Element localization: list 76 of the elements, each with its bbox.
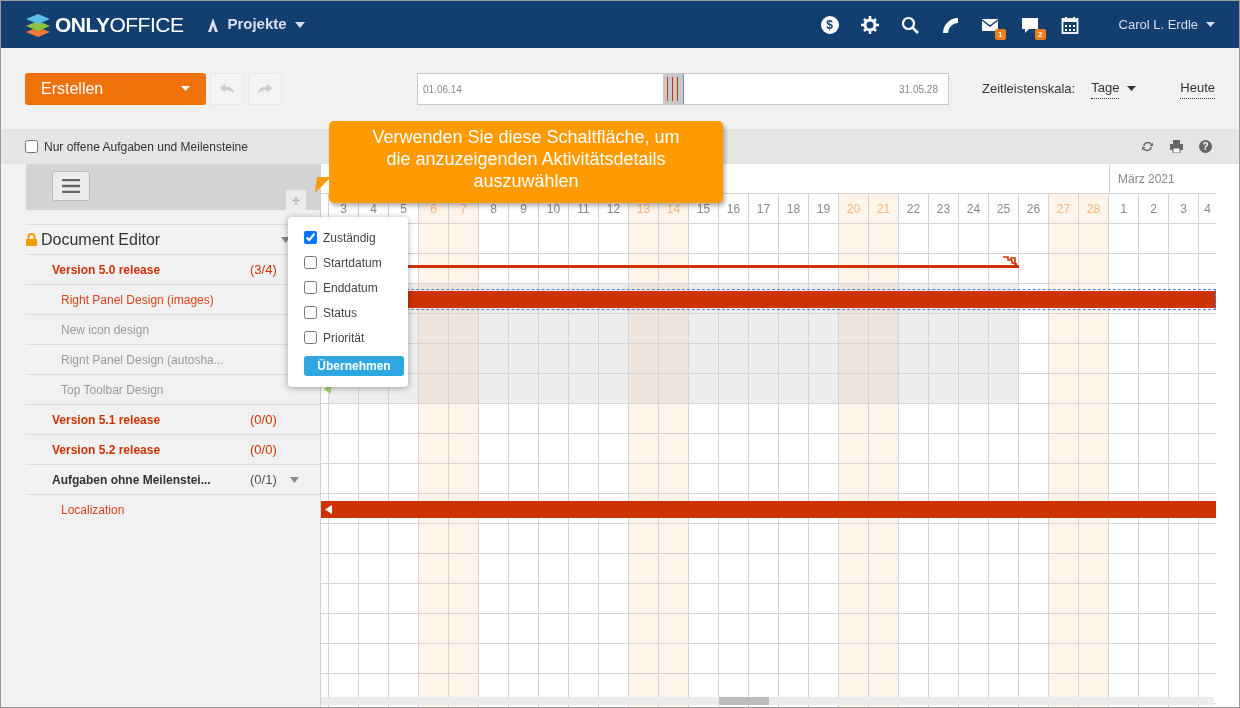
column-checkbox[interactable]	[304, 281, 317, 294]
column-option-label: Status	[323, 304, 358, 322]
day-label: 22	[899, 194, 929, 224]
search-icon[interactable]	[900, 15, 919, 34]
logo-icon	[25, 11, 51, 38]
count-badge: 1	[995, 28, 1006, 40]
day-label: 17	[749, 194, 779, 224]
caret-icon	[181, 86, 190, 91]
project-title[interactable]: Document Editor	[41, 227, 281, 252]
tooltip-pointer-icon	[315, 177, 331, 193]
expand-caret-icon[interactable]	[281, 236, 290, 243]
caret-icon	[1127, 86, 1137, 91]
column-option-label: Enddatum	[323, 279, 378, 297]
caret-icon	[294, 21, 305, 28]
scrollbar-thumb[interactable]	[719, 697, 769, 705]
task-count: (0/0)	[250, 440, 278, 459]
filter-checkbox[interactable]	[25, 140, 38, 153]
milestone-flag-icon	[1003, 256, 1017, 268]
menu-button[interactable]	[52, 171, 90, 201]
task-title[interactable]: Top Toolbar Design	[26, 380, 300, 399]
day-label: 21	[869, 194, 899, 224]
scale-dropdown[interactable]: Tage	[1091, 78, 1120, 99]
print-icon[interactable]	[1170, 140, 1183, 153]
column-checkbox[interactable]	[304, 231, 317, 244]
column-option-label: Priorität	[323, 329, 365, 347]
day-label: 3	[1169, 194, 1199, 224]
day-label: 4	[1199, 194, 1216, 224]
group-title[interactable]: Aufgaben ohne Meilenstei...	[26, 470, 250, 489]
day-label: 23	[929, 194, 959, 224]
timeline-start-date: 01.06.14	[423, 82, 462, 97]
user-menu[interactable]: Carol L. Erdle	[1118, 14, 1198, 35]
day-label: 1	[1109, 194, 1139, 224]
day-label: 18	[779, 194, 809, 224]
column-checkbox[interactable]	[304, 331, 317, 344]
scale-label: Zeitleistenskala:	[982, 79, 1076, 98]
timeline-range-slider[interactable]: 01.06.14 31.05.28	[417, 72, 949, 105]
timeline-handle[interactable]	[663, 73, 684, 104]
task-title[interactable]: Localization	[26, 500, 300, 519]
today-link[interactable]: Heute	[1180, 78, 1215, 99]
apply-button[interactable]: Übernehmen	[304, 356, 404, 376]
day-label: 28	[1079, 194, 1109, 224]
day-label: 25	[989, 194, 1019, 224]
settings-icon[interactable]	[860, 15, 879, 34]
module-menu[interactable]: Projekte	[227, 13, 287, 36]
logo-text: ONLYOFFICE	[55, 11, 184, 38]
filter-label: Nur offene Aufgaben und Meilensteine	[44, 138, 248, 156]
help-icon[interactable]: ?	[1199, 140, 1212, 153]
timeline-end-date: 31.05.28	[899, 82, 938, 97]
task-count: (0/0)	[250, 410, 278, 429]
compass-icon	[207, 16, 220, 33]
task-count: (3/4)	[250, 260, 278, 279]
calendar-icon[interactable]	[1060, 15, 1079, 34]
expand-caret-icon[interactable]	[290, 476, 299, 483]
milestone-title[interactable]: Version 5.2 release	[26, 440, 250, 459]
day-label: 24	[959, 194, 989, 224]
day-label: 20	[839, 194, 869, 224]
column-checkbox[interactable]	[304, 306, 317, 319]
month-label: März 2021	[1109, 164, 1175, 194]
dollar-icon[interactable]: $	[820, 15, 839, 34]
refresh-icon[interactable]	[1141, 140, 1154, 153]
column-checkbox[interactable]	[304, 256, 317, 269]
task-count: (0/1)	[250, 470, 278, 489]
count-badge: 2	[1035, 28, 1046, 40]
arrow-left-icon	[325, 505, 332, 514]
milestone-title[interactable]: Version 5.1 release	[26, 410, 250, 429]
horizontal-scrollbar[interactable]	[321, 697, 1214, 705]
column-option-label: Startdatum	[323, 254, 382, 272]
column-option-label: Zuständig	[323, 229, 376, 247]
feed-icon[interactable]	[940, 15, 959, 34]
milestone-title[interactable]: Version 5.0 release	[26, 260, 250, 279]
day-label: 2	[1139, 194, 1169, 224]
caret-icon	[1206, 22, 1215, 27]
create-button[interactable]: Erstellen	[25, 72, 206, 105]
speech-bubble-icon[interactable]	[1020, 15, 1039, 34]
menu-icon[interactable]	[62, 179, 80, 193]
day-label: 27	[1049, 194, 1079, 224]
